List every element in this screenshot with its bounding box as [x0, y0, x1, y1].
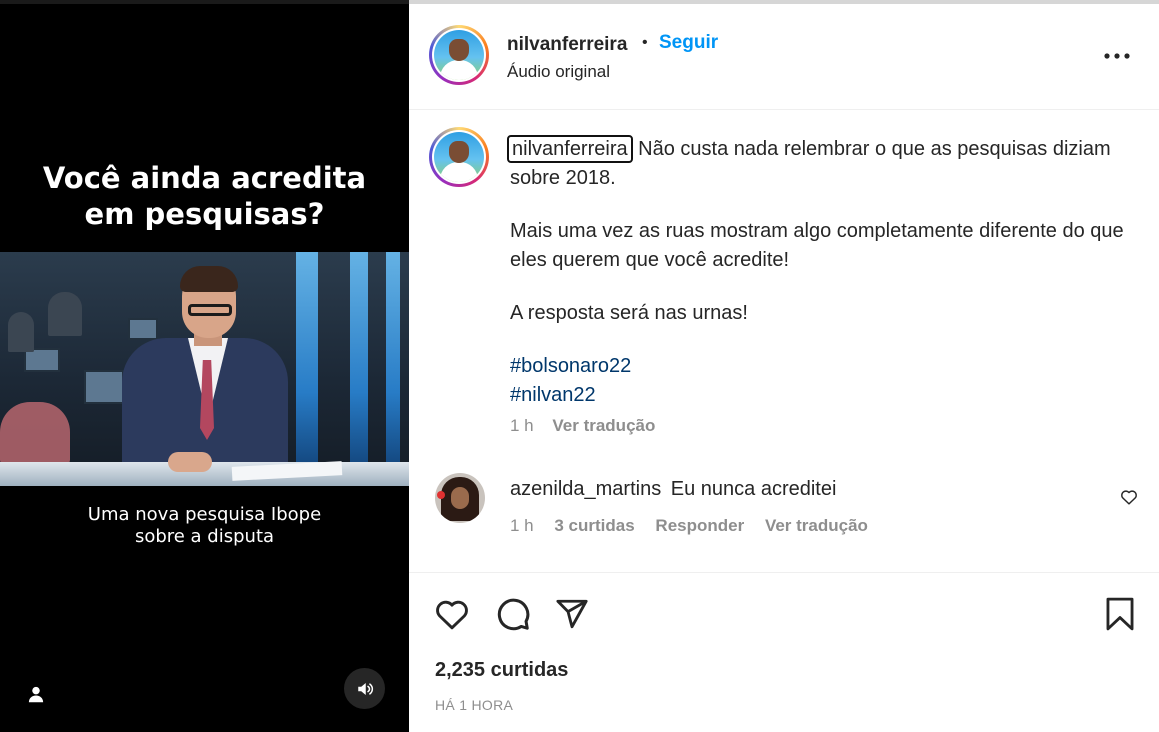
author-username-link[interactable]: nilvanferreira — [507, 34, 627, 56]
caption-meta: 1 h Ver tradução — [510, 416, 669, 436]
caption-timestamp[interactable]: 1 h — [510, 416, 534, 435]
avatar-shirt — [440, 60, 478, 80]
bookmark-icon — [1106, 597, 1134, 631]
comment-text: Eu nunca acreditei — [670, 478, 837, 500]
avatar-border — [432, 28, 486, 82]
separator-dot: • — [642, 34, 648, 51]
avatar-face — [449, 39, 469, 61]
reel-video-player[interactable]: Você ainda acredita em pesquisas? Uma no… — [0, 0, 409, 732]
comment-likes-link[interactable]: 3 curtidas — [554, 516, 634, 535]
paper-plane-icon — [556, 599, 588, 629]
comment-button[interactable] — [494, 595, 532, 633]
comment-meta: 1 h 3 curtidas Responder Ver tradução — [510, 516, 884, 536]
studio-monitor — [84, 370, 124, 404]
post-timestamp[interactable]: HÁ 1 HORA — [435, 697, 513, 713]
more-horizontal-icon — [1104, 53, 1130, 59]
studio-light — [296, 252, 318, 486]
share-button[interactable] — [553, 595, 591, 633]
comment-translate-button[interactable]: Ver tradução — [765, 516, 868, 535]
video-frame-newsroom — [0, 252, 409, 486]
heart-outline-icon — [1121, 490, 1137, 505]
original-audio-link[interactable]: Áudio original — [507, 62, 610, 82]
comments-list[interactable]: nilvanferreira Não custa nada relembrar … — [409, 110, 1159, 572]
caption-hashtags: #bolsonaro22 #nilvan22 — [510, 352, 1130, 410]
background-person — [8, 312, 34, 352]
video-subtitle: Uma nova pesquisa Ibope sobre a disputa — [0, 504, 409, 548]
commenter-avatar[interactable] — [435, 473, 485, 523]
studio-monitor — [128, 318, 158, 340]
caption-author-avatar[interactable] — [429, 127, 489, 187]
background-person — [48, 292, 82, 336]
like-button[interactable] — [433, 595, 471, 633]
video-headline: Você ainda acredita em pesquisas? — [0, 160, 409, 232]
comment-timestamp[interactable]: 1 h — [510, 516, 534, 535]
caption-paragraph-2: Mais uma vez as ruas mostram algo comple… — [510, 220, 1124, 271]
caption-username-link[interactable]: nilvanferreira — [507, 135, 633, 163]
video-subtitle-line-2: sobre a disputa — [134, 526, 275, 547]
avatar-photo — [434, 132, 484, 182]
likes-count-link[interactable]: 2,235 curtidas — [435, 659, 568, 682]
news-anchor-hair — [180, 266, 238, 292]
avatar-photo — [434, 30, 484, 80]
comment-bubble-icon — [497, 598, 530, 631]
post-actions: 2,235 curtidas HÁ 1 HORA — [409, 572, 1159, 732]
hashtag-link[interactable]: #nilvan22 — [510, 381, 1130, 410]
save-button[interactable] — [1101, 595, 1139, 633]
news-anchor-hand — [168, 452, 212, 472]
video-headline-line-2: em pesquisas? — [84, 197, 325, 231]
comment-like-button[interactable] — [1117, 485, 1141, 509]
reply-button[interactable]: Responder — [655, 516, 744, 535]
avatar-face — [451, 487, 469, 509]
caption-translate-button[interactable]: Ver tradução — [552, 416, 655, 435]
top-divider — [0, 0, 409, 4]
caption-paragraph-3: A resposta será nas urnas! — [510, 302, 748, 324]
author-avatar[interactable] — [429, 25, 489, 85]
post-header: nilvanferreira • Seguir Áudio original — [409, 4, 1159, 110]
video-subtitle-line-1: Uma nova pesquisa Ibope — [87, 504, 322, 525]
news-anchor-glasses — [188, 304, 232, 316]
video-headline-line-1: Você ainda acredita — [42, 161, 367, 195]
hashtag-link[interactable]: #bolsonaro22 — [510, 352, 1130, 381]
comment-body: azenilda_martins Eu nunca acreditei — [510, 478, 836, 501]
studio-light — [386, 252, 400, 486]
audio-toggle-button[interactable] — [344, 668, 385, 709]
avatar-face — [449, 141, 469, 163]
commenter-username-link[interactable]: azenilda_martins — [510, 478, 661, 500]
speaker-icon — [357, 682, 373, 695]
heart-outline-icon — [436, 600, 468, 630]
studio-light — [350, 252, 368, 486]
post-details-panel: nilvanferreira • Seguir Áudio original n… — [409, 0, 1159, 732]
more-options-button[interactable] — [1097, 44, 1137, 68]
tagged-users-button[interactable] — [20, 678, 52, 710]
avatar-shirt — [440, 162, 478, 182]
post-caption: nilvanferreira Não custa nada relembrar … — [507, 135, 1130, 410]
user-icon — [28, 686, 44, 703]
follow-button[interactable]: Seguir — [659, 32, 718, 54]
avatar-border — [432, 130, 486, 184]
avatar-sticker — [437, 491, 445, 499]
background-person — [0, 402, 70, 464]
